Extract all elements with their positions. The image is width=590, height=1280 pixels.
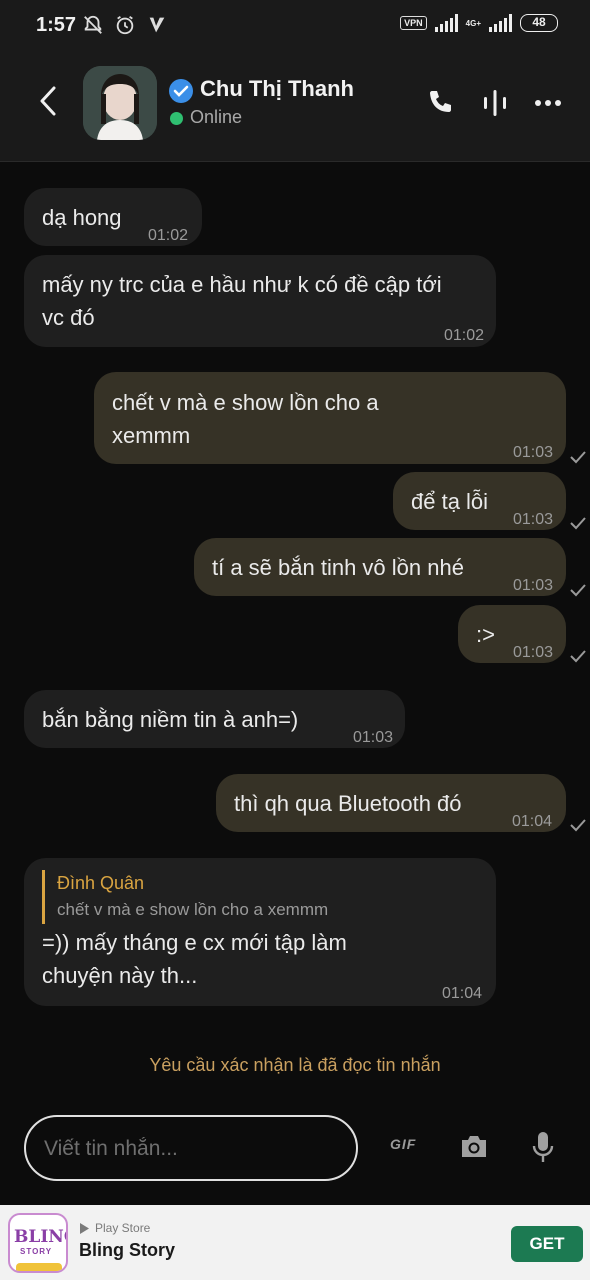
- ad-source-label: Play Store: [95, 1221, 151, 1235]
- online-status-text: Online: [190, 107, 243, 127]
- ad-source: Play Store: [80, 1221, 150, 1235]
- signal-icon-2: [489, 14, 512, 32]
- check-icon: [570, 650, 586, 663]
- check-icon: [570, 584, 586, 597]
- signal-icon: [434, 14, 458, 32]
- message-composer[interactable]: [24, 1115, 358, 1181]
- ad-logo-subtext: STORY: [20, 1247, 53, 1256]
- app-v-icon: [149, 17, 165, 33]
- gif-icon[interactable]: GIF: [390, 1136, 416, 1152]
- message-text: chết v mà e show lồn cho a xemmm: [112, 390, 379, 448]
- check-icon: [570, 819, 586, 832]
- ad-banner[interactable]: BLING STORY Play Store Bling Story GET: [0, 1205, 590, 1280]
- check-icon: [570, 451, 586, 464]
- vpn-badge: VPN: [400, 16, 427, 30]
- mic-icon[interactable]: [531, 1130, 555, 1164]
- status-notification-icons: [82, 14, 168, 36]
- message-text: tí a sẽ bắn tinh vô lồn nhé: [212, 555, 464, 580]
- chat-header: Chu Thị Thanh Online: [0, 52, 590, 162]
- reply-author: Đình Quân: [57, 873, 145, 893]
- contact-name[interactable]: Chu Thị Thanh: [200, 76, 354, 102]
- alarm-icon: [116, 15, 134, 35]
- message-time: 01:03: [513, 444, 554, 461]
- message-outgoing[interactable]: :> 01:03: [458, 605, 566, 663]
- camera-icon[interactable]: [459, 1132, 489, 1160]
- back-icon[interactable]: [34, 84, 64, 118]
- message-outgoing[interactable]: tí a sẽ bắn tinh vô lồn nhé 01:03: [194, 538, 566, 596]
- message-text: mấy ny trc của e hầu như k có đề cập tới…: [42, 272, 442, 330]
- message-text: :>: [476, 622, 495, 647]
- check-icon: [570, 517, 586, 530]
- battery-icon: 48: [520, 14, 558, 32]
- quoted-reply[interactable]: Đình Quân chết v mà e show lồn cho a xem…: [42, 870, 462, 924]
- ad-title[interactable]: Bling Story: [79, 1240, 175, 1261]
- message-text: =)) mấy tháng e cx mới tập làm chuyện nà…: [42, 930, 347, 988]
- network-type: 4G+: [465, 18, 481, 28]
- message-time: 01:04: [442, 985, 483, 1002]
- message-outgoing[interactable]: chết v mà e show lồn cho a xemmm 01:03: [94, 372, 566, 464]
- message-incoming[interactable]: bắn bằng niềm tin à anh=) 01:03: [24, 690, 405, 748]
- message-incoming[interactable]: dạ hong 01:02: [24, 188, 202, 246]
- message-text: để tạ lỗi: [411, 489, 489, 514]
- ad-get-button[interactable]: GET: [511, 1226, 583, 1262]
- message-outgoing[interactable]: thì qh qua Bluetooth đó 01:04: [216, 774, 566, 832]
- message-incoming-reply[interactable]: Đình Quân chết v mà e show lồn cho a xem…: [24, 858, 496, 1006]
- read-receipt-request[interactable]: Yêu cầu xác nhận là đã đọc tin nhắn: [0, 1055, 590, 1076]
- message-text: bắn bằng niềm tin à anh=): [42, 707, 299, 732]
- message-outgoing[interactable]: để tạ lỗi 01:03: [393, 472, 566, 530]
- phone-icon[interactable]: [425, 88, 455, 118]
- message-time: 01:03: [513, 644, 554, 661]
- reply-text: chết v mà e show lồn cho a xemmm: [57, 900, 329, 919]
- online-status-dot: [170, 112, 183, 125]
- message-time: 01:03: [513, 577, 554, 594]
- message-text: thì qh qua Bluetooth đó: [234, 791, 462, 816]
- message-time: 01:04: [512, 813, 553, 830]
- message-time: 01:02: [444, 327, 485, 344]
- mute-bell-icon: [84, 15, 102, 34]
- status-system-icons: VPN 4G+ 48: [400, 14, 558, 32]
- message-incoming[interactable]: mấy ny trc của e hầu như k có đề cập tới…: [24, 255, 496, 347]
- avatar-image: [83, 66, 157, 140]
- status-time: 1:57: [36, 14, 77, 36]
- voice-wave-icon[interactable]: [480, 88, 510, 118]
- message-time: 01:03: [353, 729, 394, 746]
- ad-logo-text: BLING: [14, 1227, 66, 1247]
- play-store-icon: [80, 1222, 89, 1234]
- message-time: 01:03: [513, 511, 554, 528]
- coins-decoration: [16, 1263, 62, 1271]
- message-time: 01:02: [148, 227, 189, 244]
- ad-app-logo[interactable]: BLING STORY: [8, 1213, 68, 1273]
- message-input[interactable]: [44, 1131, 334, 1167]
- avatar[interactable]: [83, 66, 157, 140]
- more-icon[interactable]: [533, 88, 563, 118]
- status-bar: 1:57 VPN 4G+ 48: [0, 0, 590, 52]
- verified-icon: [169, 79, 193, 103]
- message-text: dạ hong: [42, 205, 122, 230]
